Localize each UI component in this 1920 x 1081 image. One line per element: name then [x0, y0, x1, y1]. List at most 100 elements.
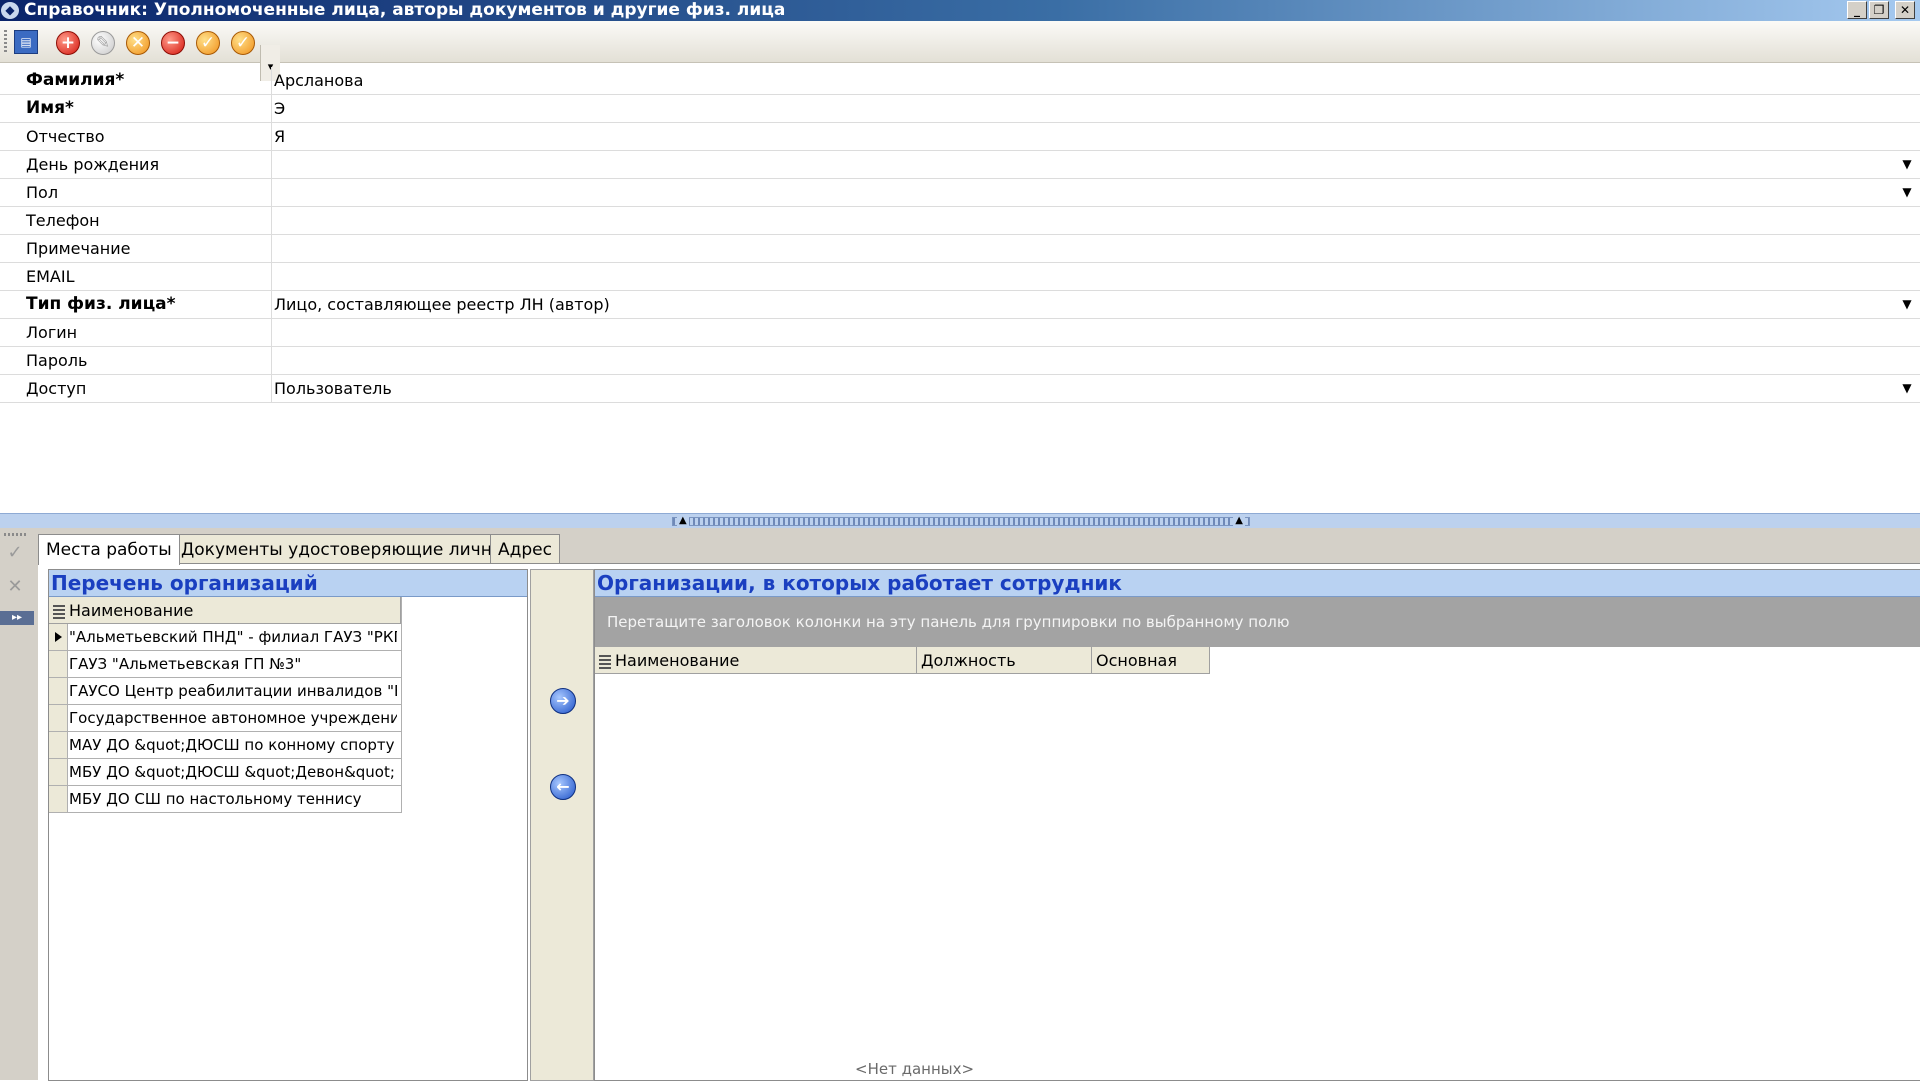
row-indicator[interactable]: [49, 651, 68, 677]
empty-grid-text: <Нет данных>: [855, 1060, 975, 1078]
field-value[interactable]: Арсланова: [274, 67, 1890, 94]
field-label: Пароль: [0, 347, 272, 374]
field-value[interactable]: [274, 347, 1890, 374]
form-row: Пароль: [0, 347, 1920, 375]
table-row[interactable]: МБУ ДО СШ по настольному теннису: [49, 786, 401, 813]
group-by-panel[interactable]: Перетащите заголовок колонки на эту пане…: [595, 597, 1920, 647]
arrow-right-icon[interactable]: ➔: [550, 688, 576, 714]
table-row[interactable]: "Альметьевский ПНД" - филиал ГАУЗ "РКП: [49, 624, 401, 651]
collapse-up-icon[interactable]: ▲: [677, 515, 689, 526]
edit-record-button[interactable]: ✎: [91, 31, 115, 55]
form-row: Пол ▼: [0, 179, 1920, 207]
field-value[interactable]: Пользователь: [274, 375, 1890, 402]
form-row: Фамилия* Арсланова: [0, 67, 1920, 95]
restore-button[interactable]: ❐: [1869, 1, 1889, 19]
column-header-name[interactable]: Наименование: [595, 647, 917, 674]
cancel-record-button[interactable]: ✕: [126, 31, 150, 55]
field-value[interactable]: [274, 263, 1890, 290]
table-row[interactable]: Государственное автономное учреждение: [49, 705, 401, 732]
table-row[interactable]: МАУ ДО &quot;ДЮСШ по конному спорту /: [49, 732, 401, 759]
field-label: Пол: [0, 179, 272, 206]
table-row[interactable]: ГАУЗ "Альметьевская ГП №3": [49, 651, 401, 678]
form-row: Имя* Э: [0, 95, 1920, 123]
save-record-button[interactable]: ✓: [196, 31, 220, 55]
form-row: EMAIL: [0, 263, 1920, 291]
row-indicator[interactable]: [49, 624, 68, 650]
table-row[interactable]: МБУ ДО &quot;ДЮСШ &quot;Девон&quot;: [49, 759, 401, 786]
title-bar: ◆ Справочник: Уполномоченные лица, автор…: [0, 0, 1920, 21]
dropdown-arrow-icon[interactable]: ▼: [1898, 296, 1916, 312]
field-label: Тип физ. лица*: [0, 291, 272, 318]
delete-record-button[interactable]: −: [161, 31, 185, 55]
detail-area: ✓ ✕ ▸▸ Места работы Документы удостоверяю…: [0, 528, 1920, 1081]
column-header-label: Наименование: [615, 651, 740, 670]
collapse-up-icon[interactable]: ▲: [1233, 515, 1245, 526]
organizations-list-title: Перечень организаций: [49, 570, 527, 597]
transfer-buttons-panel: ➔ ←: [530, 569, 594, 1081]
column-header-primary[interactable]: Основная: [1092, 647, 1210, 674]
column-chooser-icon[interactable]: [599, 654, 611, 669]
window-title: Справочник: Уполномоченные лица, авторы …: [24, 0, 786, 20]
organization-name-cell[interactable]: Государственное автономное учреждение: [69, 705, 397, 731]
minimize-button[interactable]: _: [1847, 1, 1867, 19]
employee-organizations-panel: Организации, в которых работает сотрудни…: [594, 569, 1920, 1081]
toolbar: ▤ + ✎ ✕ − ✓ ✓ ▾: [0, 21, 1920, 81]
field-value[interactable]: Я: [274, 123, 1890, 150]
side-toolbar: ✓ ✕ ▸▸: [0, 528, 36, 1080]
expand-side-icon[interactable]: ▸▸: [0, 611, 34, 625]
grid-edge: [401, 597, 402, 813]
table-row[interactable]: ГАУСО Центр реабилитации инвалидов "В: [49, 678, 401, 705]
form-row: Отчество Я: [0, 123, 1920, 151]
field-value[interactable]: [274, 179, 1890, 206]
check-icon[interactable]: ✓: [0, 542, 30, 563]
field-value[interactable]: [274, 235, 1890, 262]
column-header-position[interactable]: Должность: [917, 647, 1092, 674]
row-indicator[interactable]: [49, 705, 68, 731]
field-label: Доступ: [0, 375, 272, 402]
field-value[interactable]: [274, 207, 1890, 234]
field-value[interactable]: [274, 319, 1890, 346]
field-label: Отчество: [0, 123, 272, 150]
row-indicator[interactable]: [49, 678, 68, 704]
field-label: Телефон: [0, 207, 272, 234]
row-indicator[interactable]: [49, 759, 68, 785]
form-row: Телефон: [0, 207, 1920, 235]
organization-name-cell[interactable]: МБУ ДО СШ по настольному теннису: [69, 786, 397, 812]
app-icon: ◆: [1, 2, 19, 19]
save-close-button[interactable]: ✓: [231, 31, 255, 55]
directory-book-icon[interactable]: ▤: [14, 30, 38, 54]
organization-name-cell[interactable]: МАУ ДО &quot;ДЮСШ по конному спорту /: [69, 732, 397, 758]
tab-2[interactable]: Адрес: [490, 534, 560, 564]
column-header-name[interactable]: Наименование: [49, 597, 401, 624]
side-toolbar-grip[interactable]: [4, 533, 26, 536]
tab-1[interactable]: Документы удостоверяющие личность: [173, 534, 540, 564]
column-chooser-icon[interactable]: [53, 604, 65, 619]
form-row: Примечание: [0, 235, 1920, 263]
tab-panel-workplaces: Перечень организаций Наименование "Альме…: [38, 563, 1920, 1081]
organization-name-cell[interactable]: МБУ ДО &quot;ДЮСШ &quot;Девон&quot;: [69, 759, 397, 785]
field-value[interactable]: Э: [274, 95, 1890, 122]
field-label: Имя*: [0, 95, 272, 122]
splitter-handle[interactable]: ▲ ▲: [672, 515, 1250, 526]
dropdown-arrow-icon[interactable]: ▼: [1898, 184, 1916, 200]
organization-name-cell[interactable]: ГАУСО Центр реабилитации инвалидов "В: [69, 678, 397, 704]
organization-name-cell[interactable]: ГАУЗ "Альметьевская ГП №3": [69, 651, 397, 677]
form-row: Тип физ. лица* Лицо, составляющее реестр …: [0, 291, 1920, 319]
tab-0[interactable]: Места работы: [38, 534, 180, 565]
close-button[interactable]: ✕: [1895, 1, 1915, 19]
field-value[interactable]: [274, 151, 1890, 178]
add-record-button[interactable]: +: [56, 31, 80, 55]
panel-splitter[interactable]: ▲ ▲: [0, 513, 1920, 529]
cross-icon[interactable]: ✕: [0, 576, 30, 597]
organization-name-cell[interactable]: "Альметьевский ПНД" - филиал ГАУЗ "РКП: [69, 624, 397, 650]
form-row: Логин: [0, 319, 1920, 347]
field-value[interactable]: Лицо, составляющее реестр ЛН (автор): [274, 291, 1890, 318]
arrow-left-icon[interactable]: ←: [550, 774, 576, 800]
organizations-list-panel: Перечень организаций Наименование "Альме…: [48, 569, 528, 1081]
toolbar-grip[interactable]: [4, 30, 7, 54]
dropdown-arrow-icon[interactable]: ▼: [1898, 380, 1916, 396]
row-indicator[interactable]: [49, 786, 68, 812]
row-indicator[interactable]: [49, 732, 68, 758]
field-label: EMAIL: [0, 263, 272, 290]
dropdown-arrow-icon[interactable]: ▼: [1898, 156, 1916, 172]
